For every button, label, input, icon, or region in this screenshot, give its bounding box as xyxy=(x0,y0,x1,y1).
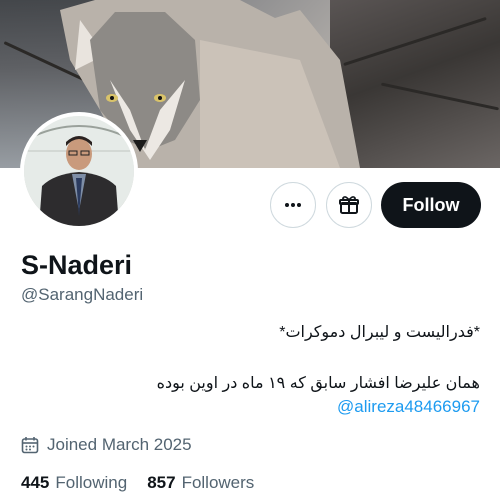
display-name: S-Naderi xyxy=(21,250,133,280)
bio-line: *فدرالیست و لیبرال دموکرات* xyxy=(279,324,480,341)
following-link[interactable]: 445 Following xyxy=(21,473,127,493)
following-label: Following xyxy=(55,473,128,492)
calendar-icon xyxy=(21,437,39,454)
follow-stats: 445 Following 857 Followers xyxy=(21,473,254,493)
avatar-photo xyxy=(24,116,134,226)
followers-label: Followers xyxy=(181,473,255,492)
gift-icon xyxy=(339,196,359,214)
profile-avatar[interactable] xyxy=(20,112,138,230)
user-handle: @SarangNaderi xyxy=(21,285,144,304)
more-horizontal-icon xyxy=(285,203,301,207)
bio-line: همان علیرضا افشار سابق که ۱۹ ماه در اوین… xyxy=(156,375,480,392)
following-count: 445 xyxy=(21,473,50,492)
follow-button[interactable]: Follow xyxy=(381,182,481,228)
joined-text: Joined March 2025 xyxy=(47,435,192,454)
gift-button[interactable] xyxy=(326,182,372,228)
followers-link[interactable]: 857 Followers xyxy=(147,473,254,493)
joined-date: Joined March 2025 xyxy=(21,435,192,455)
followers-count: 857 xyxy=(147,473,176,492)
more-options-button[interactable] xyxy=(270,182,316,228)
bio-mention-link[interactable]: @alireza48466967 xyxy=(337,397,480,417)
